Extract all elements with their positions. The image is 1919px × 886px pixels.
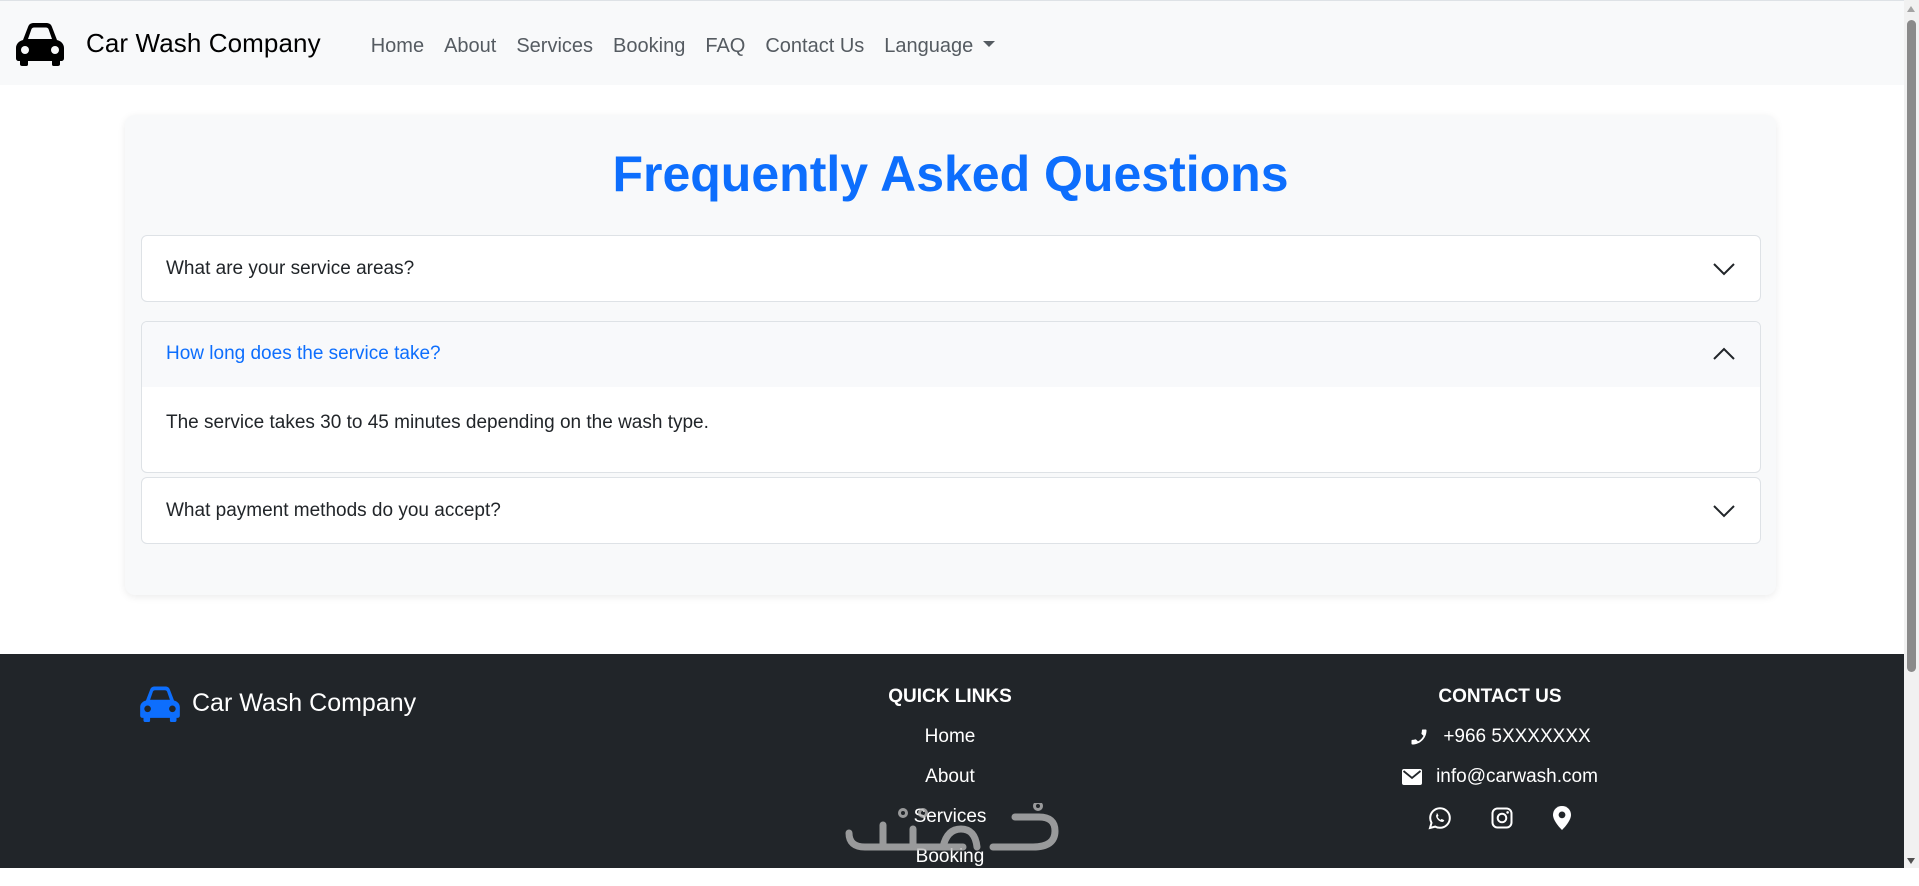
language-label: Language [884, 34, 974, 57]
faq-item: What payment methods do you accept? [141, 477, 1761, 544]
nav-faq[interactable]: FAQ [705, 35, 745, 58]
contact-email[interactable]: info@carwash.com [1350, 766, 1650, 788]
envelope-icon [1402, 769, 1423, 785]
faq-item: What are your service areas? [141, 235, 1761, 302]
faq-question-button[interactable]: What payment methods do you accept? [142, 478, 1760, 543]
nav-booking[interactable]: Booking [613, 35, 685, 58]
scroll-down-icon[interactable] [1907, 858, 1915, 864]
car-icon [16, 23, 64, 66]
instagram-icon[interactable] [1490, 806, 1514, 830]
footer-brand[interactable]: Car Wash Company [138, 684, 416, 722]
language-dropdown[interactable]: Language [884, 34, 996, 58]
scrollbar-thumb[interactable] [1907, 20, 1916, 672]
faq-question-text: What are your service areas? [166, 257, 415, 279]
nav-menu: Home About Services Booking FAQ Contact … [371, 35, 1016, 58]
contact-email-text: info@carwash.com [1436, 766, 1598, 787]
location-pin-icon[interactable] [1552, 806, 1572, 830]
chevron-up-icon [1713, 347, 1735, 360]
social-links [1350, 806, 1650, 830]
brand-name: Car Wash Company [86, 27, 321, 58]
faq-item-expanded: How long does the service take? The serv… [141, 321, 1761, 473]
page-title: Frequently Asked Questions [612, 146, 1289, 202]
contact-heading: CONTACT US [1438, 686, 1562, 707]
navbar-brand[interactable]: Car Wash Company [14, 20, 321, 66]
footer-brand-name: Car Wash Company [192, 688, 417, 717]
faq-question-button[interactable]: How long does the service take? [142, 322, 1760, 387]
quick-links-heading: QUICK LINKS [888, 686, 1012, 707]
footer-link-about[interactable]: About [850, 766, 1050, 788]
nav-contact-us[interactable]: Contact Us [765, 35, 864, 58]
footer-link-home[interactable]: Home [850, 726, 1050, 748]
caret-down-icon [983, 41, 996, 48]
faq-question-text: What payment methods do you accept? [166, 499, 501, 521]
chevron-down-icon [1713, 504, 1735, 517]
footer-link-booking[interactable]: Booking [850, 846, 1050, 868]
nav-services[interactable]: Services [516, 35, 593, 58]
car-icon [140, 686, 180, 722]
quick-links-column: QUICK LINKS Home About Services Booking [850, 686, 1050, 886]
chevron-down-icon [1713, 262, 1735, 275]
contact-column: CONTACT US +966 5XXXXXXX info@carwash.co… [1350, 686, 1650, 830]
faq-question-text: How long does the service take? [166, 343, 441, 364]
top-navbar: Car Wash Company Home About Services Boo… [0, 0, 1904, 85]
page-scrollbar[interactable] [1904, 0, 1919, 868]
nav-home[interactable]: Home [371, 35, 424, 58]
faq-section: Frequently Asked Questions What are your… [125, 115, 1776, 595]
faq-answer-text: The service takes 30 to 45 minutes depen… [166, 412, 709, 433]
phone-icon [1411, 729, 1427, 745]
site-footer: Car Wash Company QUICK LINKS Home About … [0, 654, 1904, 868]
contact-phone-text: +966 5XXXXXXX [1443, 726, 1591, 747]
footer-link-services[interactable]: Services [850, 806, 1050, 828]
contact-phone[interactable]: +966 5XXXXXXX [1350, 726, 1650, 748]
nav-about[interactable]: About [444, 35, 496, 58]
whatsapp-icon[interactable] [1428, 806, 1452, 830]
faq-question-button[interactable]: What are your service areas? [142, 236, 1760, 301]
scroll-up-icon[interactable] [1907, 6, 1915, 12]
